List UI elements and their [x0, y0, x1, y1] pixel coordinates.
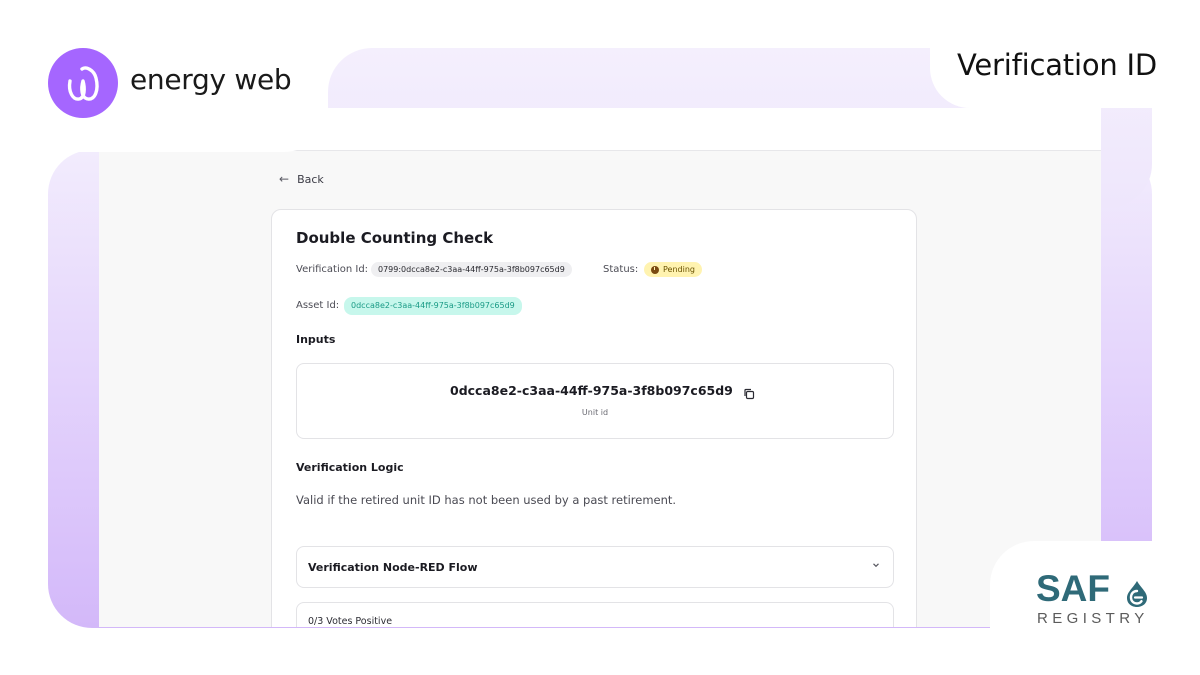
votes-panel: 0/3 Votes Positive: [296, 602, 894, 627]
node-red-flow-label: Verification Node-RED Flow: [308, 561, 478, 574]
node-red-flow-accordion[interactable]: Verification Node-RED Flow: [296, 546, 894, 588]
fuel-drop-icon: [1127, 581, 1147, 607]
app-viewport: ← Back Double Counting Check Verificatio…: [99, 108, 1101, 627]
asset-id-label: Asset Id:: [296, 300, 340, 311]
saf-logo-text: SAF: [1036, 568, 1110, 609]
back-label: Back: [297, 172, 324, 186]
clock-icon: [651, 265, 659, 274]
copy-icon[interactable]: [743, 385, 755, 399]
status-badge: Pending: [644, 262, 702, 277]
card-title: Double Counting Check: [296, 229, 494, 247]
arrow-left-icon: ←: [279, 172, 290, 186]
unit-id-value: 0dcca8e2-c3aa-44ff-975a-3f8b097c65d9: [450, 383, 733, 398]
verification-id-label: Verification Id:: [296, 264, 369, 275]
verification-id-value: 0799:0dcca8e2-c3aa-44ff-975a-3f8b097c65d…: [371, 262, 572, 277]
inputs-title: Inputs: [296, 333, 336, 346]
unit-id-box: 0dcca8e2-c3aa-44ff-975a-3f8b097c65d9 Uni…: [296, 363, 894, 439]
status-label: Status:: [603, 264, 639, 275]
back-button[interactable]: ← Back: [279, 172, 324, 186]
verification-logic-text: Valid if the retired unit ID has not bee…: [296, 493, 677, 507]
slide-title: Verification ID: [957, 48, 1158, 82]
energy-web-wordmark: energy web: [130, 63, 292, 96]
registry-logo-text: REGISTRY: [1037, 610, 1149, 627]
status-value: Pending: [663, 265, 695, 274]
unit-id-row: 0dcca8e2-c3aa-44ff-975a-3f8b097c65d9: [450, 383, 755, 399]
verification-logic-title: Verification Logic: [296, 461, 404, 474]
unit-id-caption: Unit id: [581, 408, 609, 417]
verification-card: Double Counting Check Verification Id: 0…: [271, 209, 917, 627]
energy-web-swirl-icon: [48, 48, 118, 118]
chevron-down-icon: [873, 563, 879, 568]
votes-label: 0/3 Votes Positive: [308, 616, 393, 627]
asset-id-value[interactable]: 0dcca8e2-c3aa-44ff-975a-3f8b097c65d9: [344, 297, 522, 315]
saf-registry-logo: SAF REGISTRY: [1036, 568, 1154, 628]
